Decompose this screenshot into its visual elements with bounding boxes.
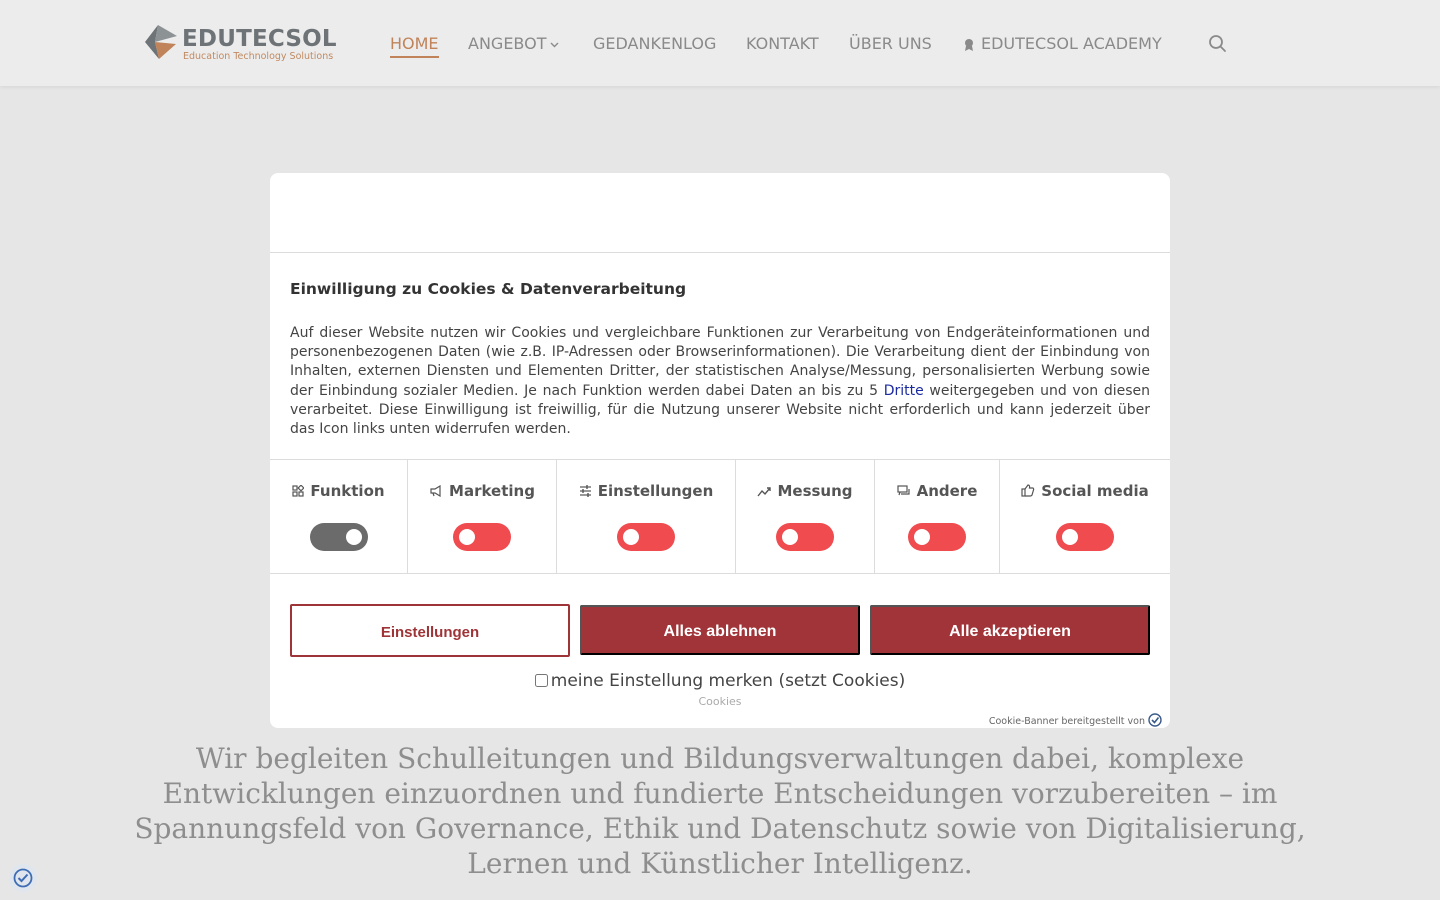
powered-by[interactable]: Cookie-Banner bereitgestellt von (989, 713, 1162, 727)
chat-icon (897, 485, 910, 496)
toggle-einstellungen[interactable] (617, 523, 675, 551)
nav-item-label: GEDANKENLOG (593, 34, 717, 53)
toggle-messung[interactable] (776, 523, 834, 551)
third-parties-link[interactable]: Dritte (884, 383, 924, 399)
category-social-media: Social media (1000, 460, 1170, 573)
category-label-text: Funktion (310, 482, 385, 500)
award-icon (965, 38, 973, 51)
settings-button[interactable]: Einstellungen (290, 604, 570, 657)
category-andere: Andere (875, 460, 1000, 573)
thumbs-up-icon (1021, 484, 1035, 497)
category-label-text: Einstellungen (597, 482, 714, 500)
category-label-text: Marketing (449, 482, 535, 500)
toggle-andere[interactable] (908, 523, 966, 551)
category-einstellungen: Einstellungen (557, 460, 736, 573)
category-messung: Messung (736, 460, 875, 573)
category-marketing: Marketing (408, 460, 557, 573)
category-label: Messung (736, 482, 874, 500)
shield-check-icon (13, 868, 33, 888)
megaphone-icon (430, 484, 441, 498)
consent-title: Einwilligung zu Cookies & Datenverarbeit… (290, 280, 687, 298)
category-label-text: Social media (1041, 482, 1149, 500)
nav-item-label: KONTAKT (746, 34, 819, 53)
category-label: Marketing (408, 482, 556, 500)
reject-all-button[interactable]: Alles ablehnen (580, 605, 860, 655)
consent-description: Auf dieser Website nutzen wir Cookies un… (290, 324, 1150, 439)
category-label-text: Messung (777, 482, 853, 500)
nav-item-label: ÜBER UNS (849, 34, 932, 53)
search-icon[interactable] (1208, 34, 1227, 53)
dialog-header-area (270, 173, 1170, 253)
trend-icon (757, 487, 772, 497)
powered-by-text: Cookie-Banner bereitgestellt von (988, 716, 1145, 727)
consent-reopen-icon[interactable] (9, 864, 37, 892)
brand-name: EDUTECSOL (182, 26, 337, 52)
cookies-link[interactable]: Cookies (270, 695, 1170, 708)
consent-categories: Funktion Marketing Einstellungen Messung… (270, 459, 1170, 574)
nav-item-label: EDUTECSOL ACADEMY (981, 34, 1162, 53)
sliders-icon (579, 485, 591, 497)
toggle-knob (782, 529, 798, 545)
nav-item-label: ANGEBOT (468, 34, 547, 53)
toggle-social-media[interactable] (1056, 523, 1114, 551)
nav-item-kontakt[interactable]: KONTAKT (746, 34, 819, 53)
remember-checkbox[interactable] (534, 674, 548, 687)
logo-mark-icon (145, 25, 177, 59)
toggle-knob (914, 529, 930, 545)
toggle-knob (1062, 529, 1078, 545)
nav-item-gedankenlog[interactable]: GEDANKENLOG (593, 34, 716, 53)
toggle-marketing[interactable] (453, 523, 511, 551)
hero-text: Wir begleiten Schulleitungen und Bildung… (134, 742, 1306, 880)
brand-logo[interactable]: EDUTECSOL Education Technology Solutions (143, 24, 348, 64)
cookie-consent-dialog: Einwilligung zu Cookies & Datenverarbeit… (270, 173, 1170, 728)
shield-check-icon (1148, 713, 1162, 727)
category-label-text: Andere (916, 482, 978, 500)
grid-icon (292, 484, 306, 497)
toggle-knob (623, 529, 639, 545)
toggle-funktion[interactable] (309, 523, 368, 551)
toggle-knob (459, 529, 475, 545)
nav-item-home[interactable]: HOME (390, 34, 439, 58)
accept-all-button[interactable]: Alle akzeptieren (870, 605, 1150, 655)
chevron-down-icon (550, 42, 559, 47)
nav-item-angebot[interactable]: ANGEBOT (468, 34, 559, 53)
category-label: Social media (1000, 482, 1170, 500)
toggle-knob (345, 529, 362, 545)
nav-item-label: HOME (390, 34, 439, 53)
category-label: Einstellungen (557, 482, 735, 500)
remember-setting: meine Einstellung merken (setzt Cookies) (270, 671, 1170, 691)
nav-item-academy[interactable]: EDUTECSOL ACADEMY (963, 34, 1162, 53)
nav-item-ueber-uns[interactable]: ÜBER UNS (849, 34, 932, 53)
category-funktion: Funktion (270, 460, 408, 573)
category-label: Funktion (270, 482, 407, 500)
remember-label: meine Einstellung merken (setzt Cookies) (550, 671, 906, 691)
brand-tagline: Education Technology Solutions (183, 51, 334, 62)
site-header: EDUTECSOL Education Technology Solutions… (0, 0, 1440, 86)
category-label: Andere (875, 482, 999, 500)
